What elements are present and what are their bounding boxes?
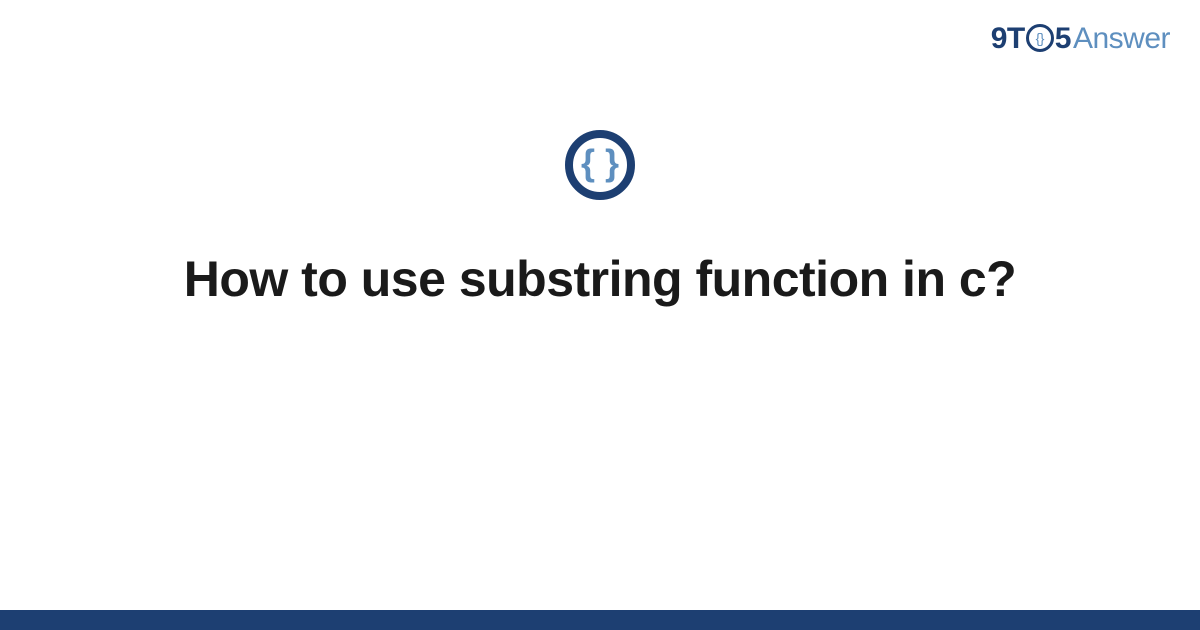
content-area: { } How to use substring function in c? xyxy=(0,130,1200,311)
logo-text-5: 5 xyxy=(1055,22,1071,56)
footer-accent-bar xyxy=(0,610,1200,630)
code-braces-icon: { } xyxy=(565,130,635,200)
logo-text-answer: Answer xyxy=(1073,22,1170,56)
logo-circle-icon: {} xyxy=(1026,24,1054,52)
logo-text-9t: 9T xyxy=(991,22,1025,56)
braces-glyph: { } xyxy=(581,145,619,181)
site-logo: 9T {} 5 Answer xyxy=(991,22,1170,56)
page-title: How to use substring function in c? xyxy=(184,248,1016,311)
logo-circle-glyph: {} xyxy=(1036,30,1044,46)
